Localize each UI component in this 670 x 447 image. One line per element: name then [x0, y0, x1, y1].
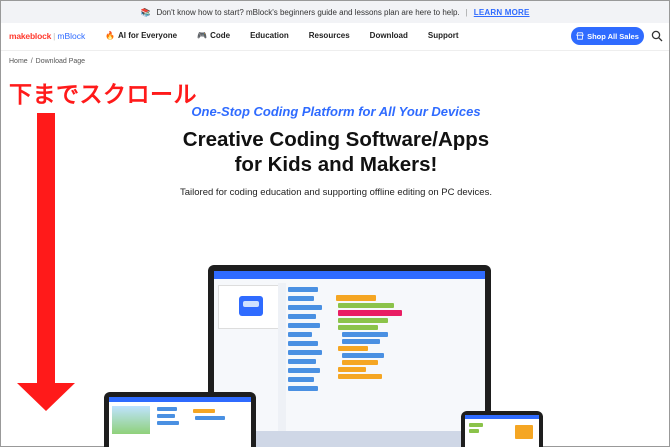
store-icon — [576, 32, 584, 40]
code-block — [288, 368, 320, 373]
code-block — [193, 409, 215, 413]
robot-image — [239, 296, 263, 316]
hero-description: Tailored for coding education and suppor… — [180, 187, 492, 198]
main-nav: makeblock | mBlock 🔥 AI for Everyone 🎮 C… — [1, 23, 669, 51]
nav-item-label: AI for Everyone — [117, 31, 178, 40]
code-block — [288, 296, 314, 301]
tablet-screen — [109, 397, 251, 447]
breadcrumb-home[interactable]: Home — [9, 58, 28, 65]
hero-title: Creative Coding Software/Apps for Kids a… — [1, 127, 670, 177]
nav-item-label: Code — [210, 31, 231, 40]
book-icon: 📚 — [140, 7, 151, 17]
announcement-bar: 📚 Don't know how to start? mBlock's begi… — [1, 1, 669, 23]
nav-item-resources[interactable]: Resources — [309, 31, 350, 40]
script-block — [338, 303, 394, 308]
code-block — [288, 332, 312, 337]
code-block — [288, 314, 316, 319]
phone-mockup — [461, 411, 543, 447]
nav-item-label: Resources — [308, 31, 350, 40]
tablet-stage-preview — [112, 406, 150, 434]
breadcrumb-current: Download Page — [35, 58, 86, 65]
script-block — [338, 374, 382, 379]
script-block — [338, 346, 368, 351]
nav-item-label: Education — [250, 31, 289, 40]
shop-button-label: Shop All Sales — [587, 31, 639, 41]
phone-screen — [465, 415, 539, 447]
script-block — [342, 339, 380, 344]
nav-item-label: Support — [427, 31, 459, 40]
code-block — [288, 386, 318, 391]
code-block — [157, 414, 175, 418]
search-icon[interactable] — [651, 30, 663, 42]
app-toolbar — [214, 271, 485, 279]
code-block — [288, 305, 322, 310]
script-block — [338, 318, 388, 323]
code-block — [288, 341, 318, 346]
code-block — [288, 350, 322, 355]
nav-menu: 🔥 AI for Everyone 🎮 Code Education Resou… — [105, 31, 479, 40]
announcement-text: Don't know how to start? mBlock's beginn… — [156, 7, 460, 17]
nav-item-support[interactable]: Support — [428, 31, 459, 40]
gamepad-icon: 🎮 — [197, 31, 208, 40]
breadcrumb-separator: / — [30, 58, 33, 65]
learn-more-link[interactable]: LEARN MORE — [474, 8, 530, 17]
breadcrumb: Home / Download Page — [9, 58, 85, 65]
script-block — [338, 325, 378, 330]
block-list — [288, 285, 328, 435]
script-block — [342, 332, 388, 337]
phone-toolbar — [465, 415, 539, 419]
script-block — [342, 360, 378, 365]
tablet-toolbar — [109, 397, 251, 402]
code-block — [469, 429, 479, 433]
hero-title-line2: for Kids and Makers! — [234, 153, 438, 176]
stage-preview — [218, 285, 280, 329]
logo[interactable]: makeblock | mBlock — [9, 31, 85, 41]
hero-title-line1: Creative Coding Software/Apps — [182, 128, 490, 151]
script-block — [338, 310, 402, 316]
code-block — [469, 423, 483, 427]
nav-item-download[interactable]: Download — [370, 31, 408, 40]
down-arrow-icon — [17, 383, 75, 411]
code-block — [195, 416, 225, 420]
shop-all-sales-button[interactable]: Shop All Sales — [571, 27, 644, 45]
script-block — [342, 353, 384, 358]
script-area — [336, 295, 426, 425]
nav-item-education[interactable]: Education — [250, 31, 289, 40]
code-block — [288, 377, 314, 382]
code-block — [288, 323, 320, 328]
hero-subtitle: One-Stop Coding Platform for All Your De… — [191, 104, 481, 119]
code-block — [288, 287, 318, 292]
code-block — [288, 359, 316, 364]
sprite-image — [515, 425, 533, 439]
nav-item-ai[interactable]: 🔥 AI for Everyone — [105, 31, 177, 40]
logo-product: mBlock — [57, 31, 86, 41]
script-block — [338, 367, 366, 372]
code-block — [157, 421, 179, 425]
announcement-separator: | — [465, 7, 468, 17]
logo-brand: makeblock — [9, 31, 52, 41]
script-block — [336, 295, 376, 301]
block-palette — [278, 283, 286, 433]
nav-item-code[interactable]: 🎮 Code — [197, 31, 230, 40]
fire-icon: 🔥 — [105, 31, 115, 40]
nav-item-label: Download — [369, 31, 408, 40]
logo-separator: | — [53, 31, 56, 41]
tablet-mockup — [104, 392, 256, 447]
code-block — [157, 407, 177, 411]
